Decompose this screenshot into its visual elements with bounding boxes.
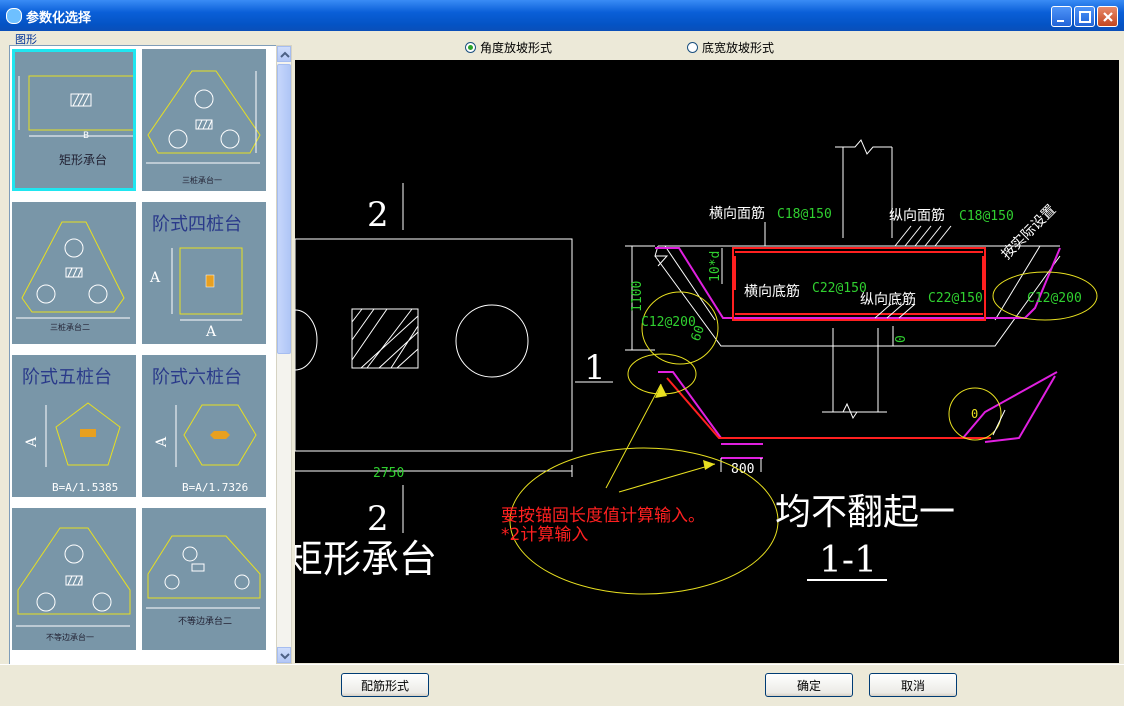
slope-options-bar: 角度放坡形式 底宽放坡形式	[294, 31, 1120, 59]
scroll-thumb[interactable]	[277, 64, 291, 354]
thumb-three-pile-2[interactable]: 三桩承台二	[12, 202, 136, 344]
val-heng-di: C22@150	[812, 281, 867, 296]
ok-button[interactable]: 确定	[765, 673, 853, 697]
val-c12-left: C12@200	[641, 315, 696, 330]
thumb-rect-label: 矩形承台	[59, 152, 107, 167]
thumb-step-four-label: 阶式四桩台	[152, 214, 242, 235]
thumb-step-four[interactable]: 阶式四桩台 A A	[142, 202, 266, 344]
label-zong-di: 纵向底筋	[860, 291, 916, 308]
thumb-step-five[interactable]: 阶式五桩台 A B=A/1.5385	[12, 355, 136, 497]
plan-section-mark-bottom: 2	[367, 499, 389, 539]
drawing-canvas: 2 2 1 2750 矩形承台 1100 10*d 0 60 800 横向面筋 …	[285, 60, 1119, 663]
thumb-three-pile-1[interactable]: 三桩承台一	[142, 49, 266, 191]
note-line-1: 要按锚固长度值计算输入。	[501, 506, 705, 526]
thumb-step-four-dim-a2: A	[205, 324, 217, 340]
label-zong-mian: 纵向面筋	[889, 207, 945, 224]
close-button[interactable]	[1097, 6, 1118, 27]
maximize-button[interactable]	[1074, 6, 1095, 27]
thumb-three-2-label: 三桩承台二	[50, 322, 90, 332]
window-title: 参数化选择	[26, 11, 92, 26]
theta-label: 0	[971, 407, 978, 421]
thumbnail-scrollbar[interactable]	[276, 45, 292, 664]
val-zong-mian: C18@150	[959, 209, 1014, 224]
label-heng-di: 横向底筋	[744, 283, 800, 300]
radio-angle-slope[interactable]: 角度放坡形式	[465, 39, 552, 56]
scroll-up-button[interactable]	[277, 46, 291, 62]
thumb-step-five-dim-a: A	[24, 436, 40, 448]
title-bar: 参数化选择	[0, 0, 1124, 31]
thumb-rect-cap[interactable]: B 矩形承台	[12, 49, 136, 191]
thumb-step-five-dim-b: B=A/1.5385	[52, 481, 118, 494]
dim-2750: 2750	[373, 466, 404, 481]
cancel-button[interactable]: 取消	[869, 673, 957, 697]
val-zong-di: C22@150	[928, 291, 983, 306]
radio-angle-dot[interactable]	[465, 42, 476, 53]
radio-width-label: 底宽放坡形式	[702, 41, 775, 55]
section-title: 1-1	[819, 540, 877, 581]
val-c12-right: C12@200	[1027, 291, 1082, 306]
thumb-rect-dim-b: B	[83, 131, 89, 141]
thumb-step-six[interactable]: 阶式六桩台 A B=A/1.7326	[142, 355, 266, 497]
app-icon	[6, 8, 22, 24]
plan-title: 矩形承台	[295, 537, 437, 581]
val-heng-mian: C18@150	[777, 207, 832, 222]
thumb-step-four-dim-a1: A	[149, 270, 161, 286]
thumb-step-five-label: 阶式五桩台	[22, 367, 112, 388]
minimize-button[interactable]	[1051, 6, 1072, 27]
note-line-2: *2计算输入	[501, 525, 588, 545]
plan-section-mark-side: 1	[584, 348, 606, 388]
section-note: 均不翻起一	[775, 492, 955, 533]
scroll-down-button[interactable]	[277, 647, 291, 663]
rebar-form-button[interactable]: 配筋形式	[341, 673, 429, 697]
thumb-three-1-label: 三桩承台一	[182, 175, 222, 185]
thumb-step-six-dim-a: A	[154, 436, 170, 448]
thumb-step-six-label: 阶式六桩台	[152, 367, 242, 388]
radio-width-dot[interactable]	[687, 42, 698, 53]
thumb-unequal-2[interactable]: 不等边承台二	[142, 508, 266, 650]
shape-panel: 图形 B 矩形承台 三桩承台一 三桩承台二 阶式四桩台 A A 阶式五桩台 A …	[4, 31, 293, 695]
dim-zero: 0	[894, 335, 909, 343]
dim-1100: 1100	[630, 281, 645, 312]
radio-width-slope[interactable]: 底宽放坡形式	[687, 39, 774, 56]
radio-angle-label: 角度放坡形式	[480, 41, 553, 55]
label-heng-mian: 横向面筋	[709, 205, 765, 222]
thumb-unequal-1-label: 不等边承台一	[46, 632, 94, 642]
plan-section-mark-top: 2	[367, 195, 389, 235]
dim-10d: 10*d	[708, 251, 723, 282]
thumb-unequal-1[interactable]: 不等边承台一	[12, 508, 136, 650]
thumb-unequal-2-label: 不等边承台二	[178, 615, 232, 627]
bottom-bar: 配筋形式 确定 取消	[0, 664, 1124, 706]
thumb-step-six-dim-b: B=A/1.7326	[182, 481, 248, 494]
dim-800: 800	[731, 462, 754, 477]
thumbnail-list: B 矩形承台 三桩承台一 三桩承台二 阶式四桩台 A A 阶式五桩台 A B=A…	[9, 45, 277, 695]
